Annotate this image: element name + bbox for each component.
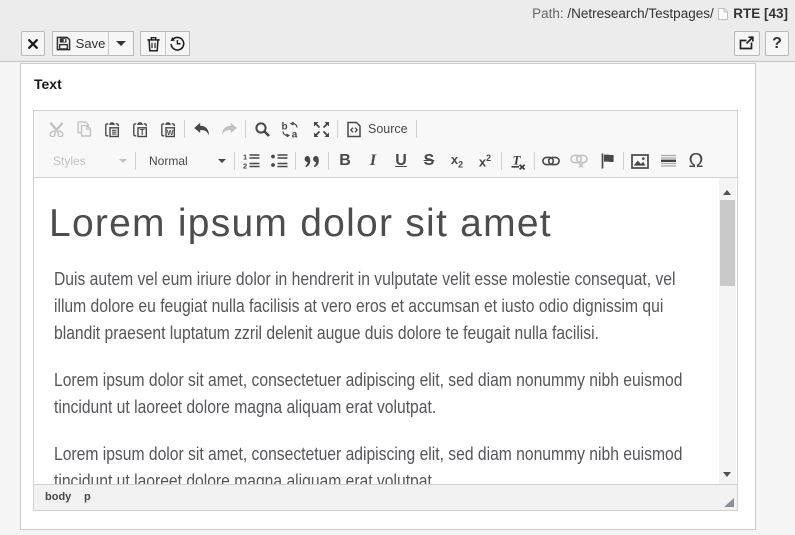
svg-text:T: T bbox=[140, 128, 145, 137]
svg-text:a: a bbox=[292, 129, 298, 138]
svg-text:b: b bbox=[282, 121, 288, 132]
svg-text:W: W bbox=[167, 129, 174, 136]
svg-text:1: 1 bbox=[243, 153, 247, 162]
svg-text:2: 2 bbox=[243, 162, 247, 170]
